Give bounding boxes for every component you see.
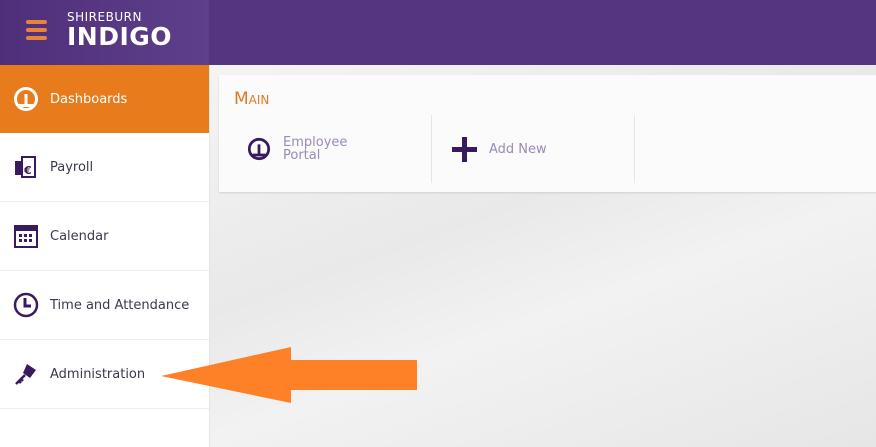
brand-area: SHIREBURN INDIGO	[0, 0, 209, 65]
main-content: Main Employee Portal Add New	[210, 65, 876, 447]
calendar-icon	[14, 225, 38, 248]
clock-icon	[13, 292, 39, 318]
sidebar-item-payroll[interactable]: € Payroll	[0, 133, 209, 202]
tile-employee-portal[interactable]: Employee Portal	[229, 115, 432, 183]
sidebar-item-label: Administration	[50, 366, 146, 382]
tile-label-line2: Portal	[283, 148, 321, 163]
sidebar-item-label: Payroll	[50, 159, 94, 175]
hamburger-menu-icon[interactable]	[26, 20, 47, 42]
payroll-euro-icon: €	[15, 156, 36, 178]
gauge-icon	[14, 87, 38, 111]
sidebar: Dashboards € Payroll Calendar Time and A…	[0, 65, 210, 447]
sidebar-item-dashboards[interactable]: Dashboards	[0, 65, 209, 133]
svg-text:€: €	[23, 164, 32, 177]
tile-label: Add New	[489, 141, 547, 157]
top-bar: SHIREBURN INDIGO	[0, 0, 876, 65]
sidebar-item-calendar[interactable]: Calendar	[0, 202, 209, 271]
sidebar-item-label: Dashboards	[50, 91, 128, 107]
section-title: Main	[234, 89, 270, 109]
tile-add-new[interactable]: Add New	[432, 115, 635, 183]
logo[interactable]: SHIREBURN INDIGO	[67, 11, 173, 51]
sidebar-item-time-and-attendance[interactable]: Time and Attendance	[0, 271, 209, 340]
gauge-icon	[247, 137, 271, 161]
sidebar-item-label: Time and Attendance	[50, 297, 190, 313]
key-icon	[15, 364, 36, 385]
logo-line2: INDIGO	[67, 22, 173, 51]
main-panel: Main Employee Portal Add New	[219, 75, 876, 192]
sidebar-item-label: Calendar	[50, 228, 109, 244]
plus-icon	[452, 136, 477, 162]
sidebar-item-administration[interactable]: Administration	[0, 340, 209, 409]
